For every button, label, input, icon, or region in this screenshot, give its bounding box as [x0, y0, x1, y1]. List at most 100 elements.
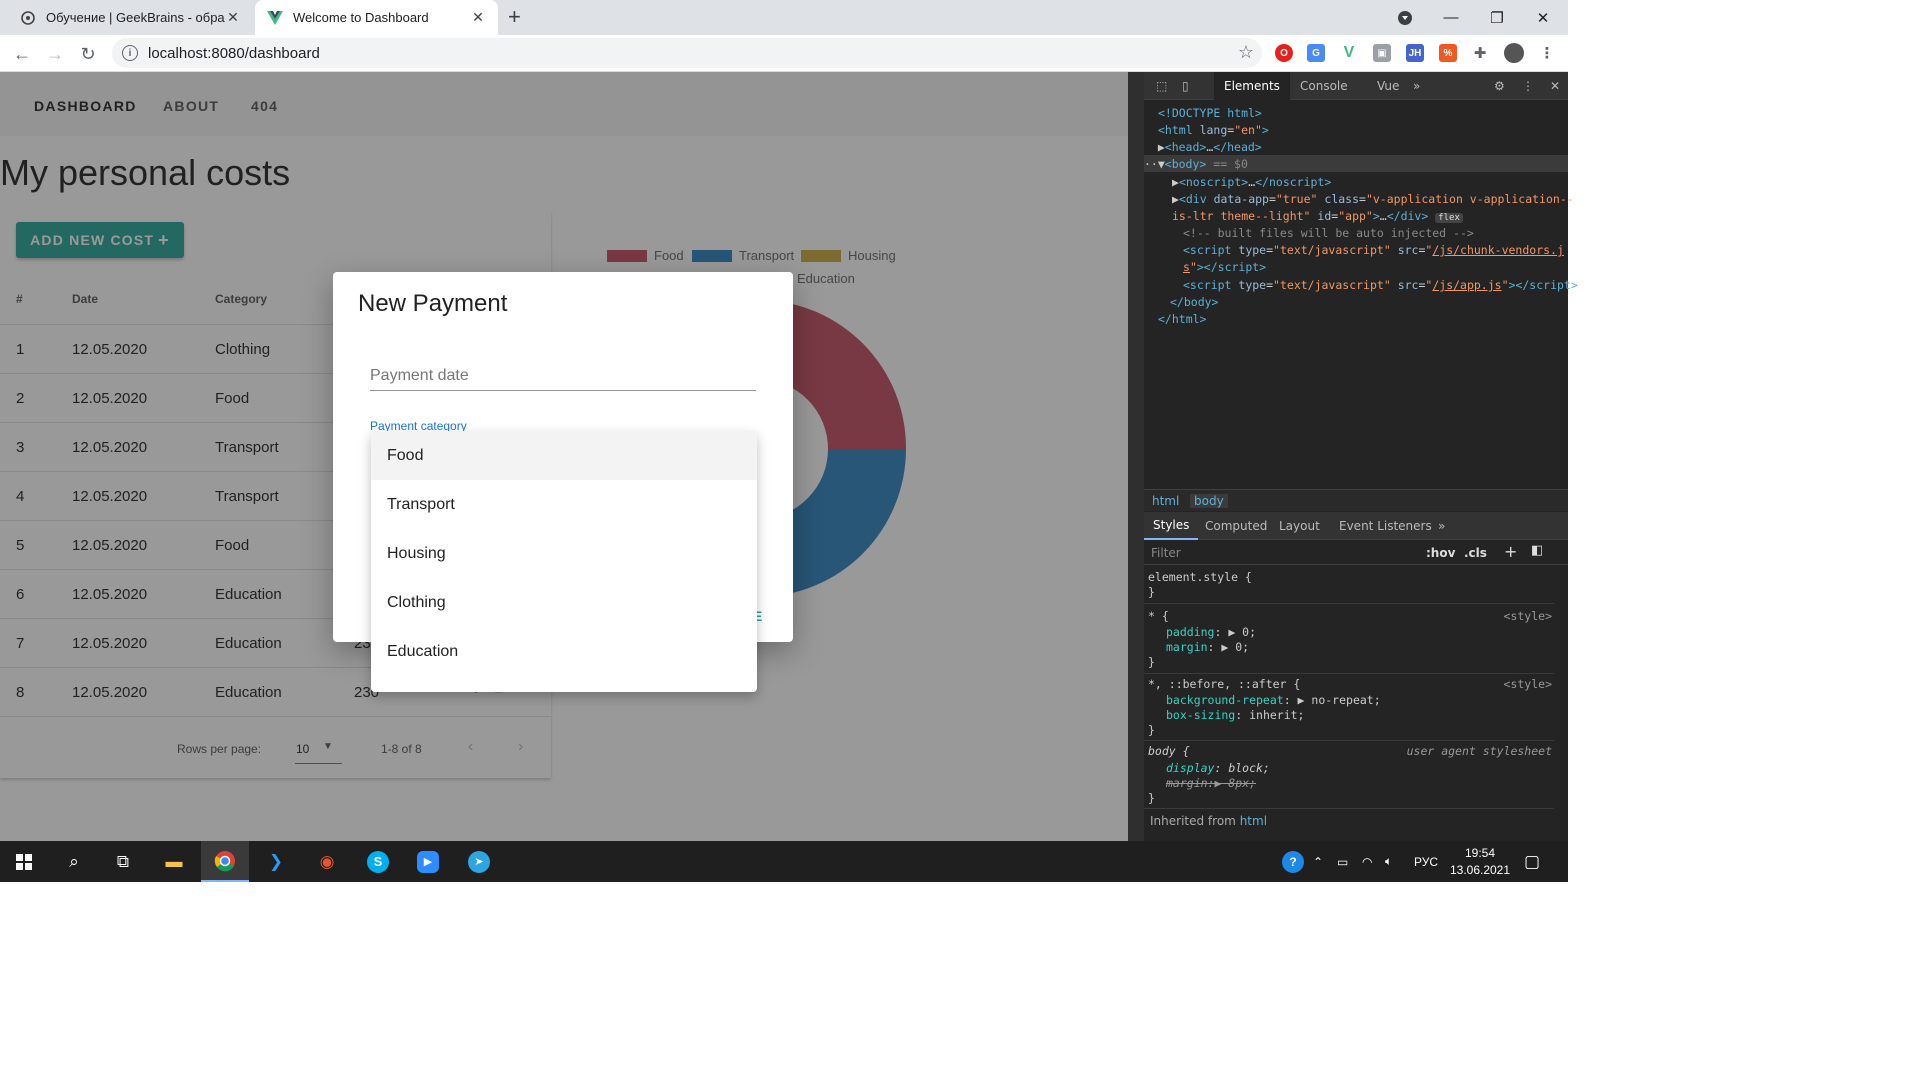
- zoom-icon[interactable]: ▶: [404, 841, 452, 882]
- dom-line[interactable]: ▶<noscript>…</noscript>: [1172, 175, 1331, 189]
- profile-menu-icon[interactable]: [1382, 0, 1428, 35]
- more-tabs-icon[interactable]: »: [1403, 72, 1430, 100]
- back-icon[interactable]: ←: [10, 42, 34, 66]
- help-tray-icon[interactable]: ?: [1282, 841, 1304, 882]
- new-style-rule-icon[interactable]: +: [1504, 542, 1517, 561]
- dropdown-option-housing[interactable]: Housing: [371, 529, 757, 578]
- dom-line[interactable]: <html lang="en">: [1158, 123, 1269, 137]
- url-text: localhost:8080/dashboard: [148, 44, 320, 62]
- show-hidden-icons-icon[interactable]: ⌃: [1313, 841, 1323, 882]
- page-scrollbar[interactable]: [1128, 72, 1144, 841]
- css-rule-line[interactable]: body {: [1148, 744, 1190, 758]
- clock[interactable]: 19:54 13.06.2021: [1450, 841, 1510, 882]
- file-explorer-icon[interactable]: ▬: [150, 841, 198, 882]
- vscode-icon[interactable]: ❯: [252, 841, 300, 882]
- address-bar[interactable]: i localhost:8080/dashboard ☆: [112, 38, 1262, 68]
- new-tab-icon[interactable]: +: [508, 4, 521, 30]
- close-tab-icon[interactable]: ✕: [470, 9, 486, 26]
- puzzle-extensions-icon[interactable]: ✚: [1471, 44, 1489, 62]
- browser-menu-icon[interactable]: ⋮: [1538, 44, 1556, 62]
- tab-styles[interactable]: Styles: [1144, 512, 1199, 540]
- dropdown-option-transport[interactable]: Transport: [371, 480, 757, 529]
- browser-tab-geekbrains[interactable]: Обучение | GeekBrains - образо ✕: [8, 0, 253, 35]
- styles-filter-input[interactable]: Filter: [1151, 546, 1181, 560]
- dom-line[interactable]: ▶<head>…</head>: [1144, 140, 1262, 154]
- dropdown-option-clothing[interactable]: Clothing: [371, 578, 757, 627]
- battery-icon[interactable]: ▭: [1337, 841, 1348, 882]
- percent-extension-icon[interactable]: %: [1439, 44, 1457, 62]
- dom-line[interactable]: <!DOCTYPE html>: [1158, 106, 1262, 120]
- windows-start-icon[interactable]: [0, 841, 48, 882]
- payment-date-underline: [370, 390, 756, 391]
- close-window-icon[interactable]: ✕: [1520, 0, 1566, 35]
- settings-gear-icon[interactable]: ⚙: [1484, 72, 1515, 100]
- rule-source[interactable]: <style>: [1504, 609, 1552, 623]
- close-tab-icon[interactable]: ✕: [225, 9, 241, 26]
- dropdown-option-food[interactable]: Food: [371, 431, 757, 480]
- skype-icon[interactable]: S: [354, 841, 402, 882]
- dom-line[interactable]: <!-- built files will be auto injected -…: [1183, 226, 1474, 240]
- dom-line[interactable]: </html>: [1158, 312, 1206, 326]
- payment-date-input[interactable]: Payment date: [370, 367, 469, 385]
- reload-icon[interactable]: ↻: [76, 42, 100, 66]
- vue-devtools-extension-icon[interactable]: V: [1340, 44, 1358, 62]
- tab-computed[interactable]: Computed: [1196, 512, 1276, 540]
- more-style-tabs-icon[interactable]: »: [1429, 512, 1454, 540]
- translate-extension-icon[interactable]: G: [1307, 44, 1325, 62]
- cls-toggle[interactable]: .cls: [1464, 546, 1487, 560]
- dom-line[interactable]: is-ltr theme--light" id="app">…</div> fl…: [1172, 209, 1463, 223]
- styles-filter-bar: Filter :hov .cls + ◧: [1144, 540, 1568, 565]
- forward-icon[interactable]: →: [43, 42, 67, 66]
- vue-favicon-icon: [267, 10, 283, 26]
- tab-console[interactable]: Console: [1290, 72, 1358, 100]
- dom-line-body[interactable]: ··▼<body> == $0: [1144, 157, 1248, 171]
- maximize-icon[interactable]: ❐: [1474, 0, 1520, 35]
- tab-event-listeners[interactable]: Event Listeners: [1330, 512, 1441, 540]
- close-devtools-icon[interactable]: ✕: [1540, 72, 1570, 100]
- css-rule-line[interactable]: * {: [1148, 609, 1169, 623]
- device-toolbar-icon[interactable]: ▯: [1172, 72, 1199, 100]
- devtools-panel: ⬚ ▯ Elements Console Vue » ⚙ ⋮ ✕ <!DOCTY…: [1128, 72, 1578, 841]
- tab-elements[interactable]: Elements: [1214, 72, 1290, 100]
- devtools-tabbar: ⬚ ▯ Elements Console Vue » ⚙ ⋮ ✕: [1144, 72, 1568, 100]
- chrome-icon[interactable]: [201, 841, 249, 882]
- dom-line[interactable]: s"></script>: [1183, 260, 1266, 274]
- inherited-tag[interactable]: html: [1240, 814, 1267, 828]
- avatar[interactable]: [1504, 43, 1524, 63]
- wifi-icon[interactable]: ◠: [1362, 841, 1372, 882]
- task-view-icon[interactable]: ⧉: [99, 841, 147, 882]
- volume-icon[interactable]: 🔈︎: [1385, 841, 1392, 882]
- windows-taskbar: ⌕ ⧉ ▬ ❯ ◉ S ▶ ➤ ? ⌃ ▭ ◠ 🔈︎ РУС 19:54 13.…: [0, 841, 1568, 882]
- tab-layout[interactable]: Layout: [1270, 512, 1329, 540]
- breadcrumb-html[interactable]: html: [1152, 494, 1179, 508]
- dom-line[interactable]: ▶<div data-app="true" class="v-applicati…: [1172, 192, 1574, 206]
- rule-source[interactable]: <style>: [1504, 677, 1552, 691]
- bookmark-star-icon[interactable]: ☆: [1238, 42, 1254, 63]
- dropdown-option-education[interactable]: Education: [371, 627, 757, 676]
- css-rule-line[interactable]: background-repeat: ▶ no-repeat;: [1166, 693, 1381, 707]
- opera-extension-icon[interactable]: O: [1275, 44, 1293, 62]
- toggle-sidebar-icon[interactable]: ◧: [1531, 543, 1543, 558]
- site-info-icon[interactable]: i: [122, 45, 138, 61]
- search-icon[interactable]: ⌕: [50, 841, 98, 882]
- dom-line[interactable]: </body>: [1170, 295, 1218, 309]
- telegram-icon[interactable]: ➤: [455, 841, 503, 882]
- css-rule-line[interactable]: box-sizing: inherit;: [1166, 708, 1305, 722]
- extension-icon[interactable]: ▣: [1373, 44, 1391, 62]
- hov-toggle[interactable]: :hov: [1426, 546, 1455, 560]
- css-rule-line: }: [1148, 723, 1155, 737]
- css-rule-line[interactable]: element.style {: [1148, 570, 1252, 584]
- css-rule-line[interactable]: padding: ▶ 0;: [1166, 625, 1256, 639]
- css-rule-line[interactable]: margin: ▶ 0;: [1166, 640, 1249, 654]
- ccleaner-icon[interactable]: ◉: [303, 841, 351, 882]
- jh-extension-icon[interactable]: JH: [1406, 44, 1424, 62]
- dom-line[interactable]: <script type="text/javascript" src="/js/…: [1183, 243, 1564, 257]
- notifications-icon[interactable]: ▢: [1524, 841, 1540, 882]
- css-rule-line[interactable]: *, ::before, ::after {: [1148, 677, 1300, 691]
- language-indicator[interactable]: РУС: [1414, 841, 1438, 882]
- minimize-icon[interactable]: —: [1428, 0, 1474, 35]
- browser-tab-dashboard[interactable]: Welcome to Dashboard ✕: [255, 0, 498, 35]
- tab-title: Welcome to Dashboard: [293, 10, 429, 25]
- dom-line[interactable]: <script type="text/javascript" src="/js/…: [1183, 278, 1578, 292]
- breadcrumb-body[interactable]: body: [1190, 494, 1228, 508]
